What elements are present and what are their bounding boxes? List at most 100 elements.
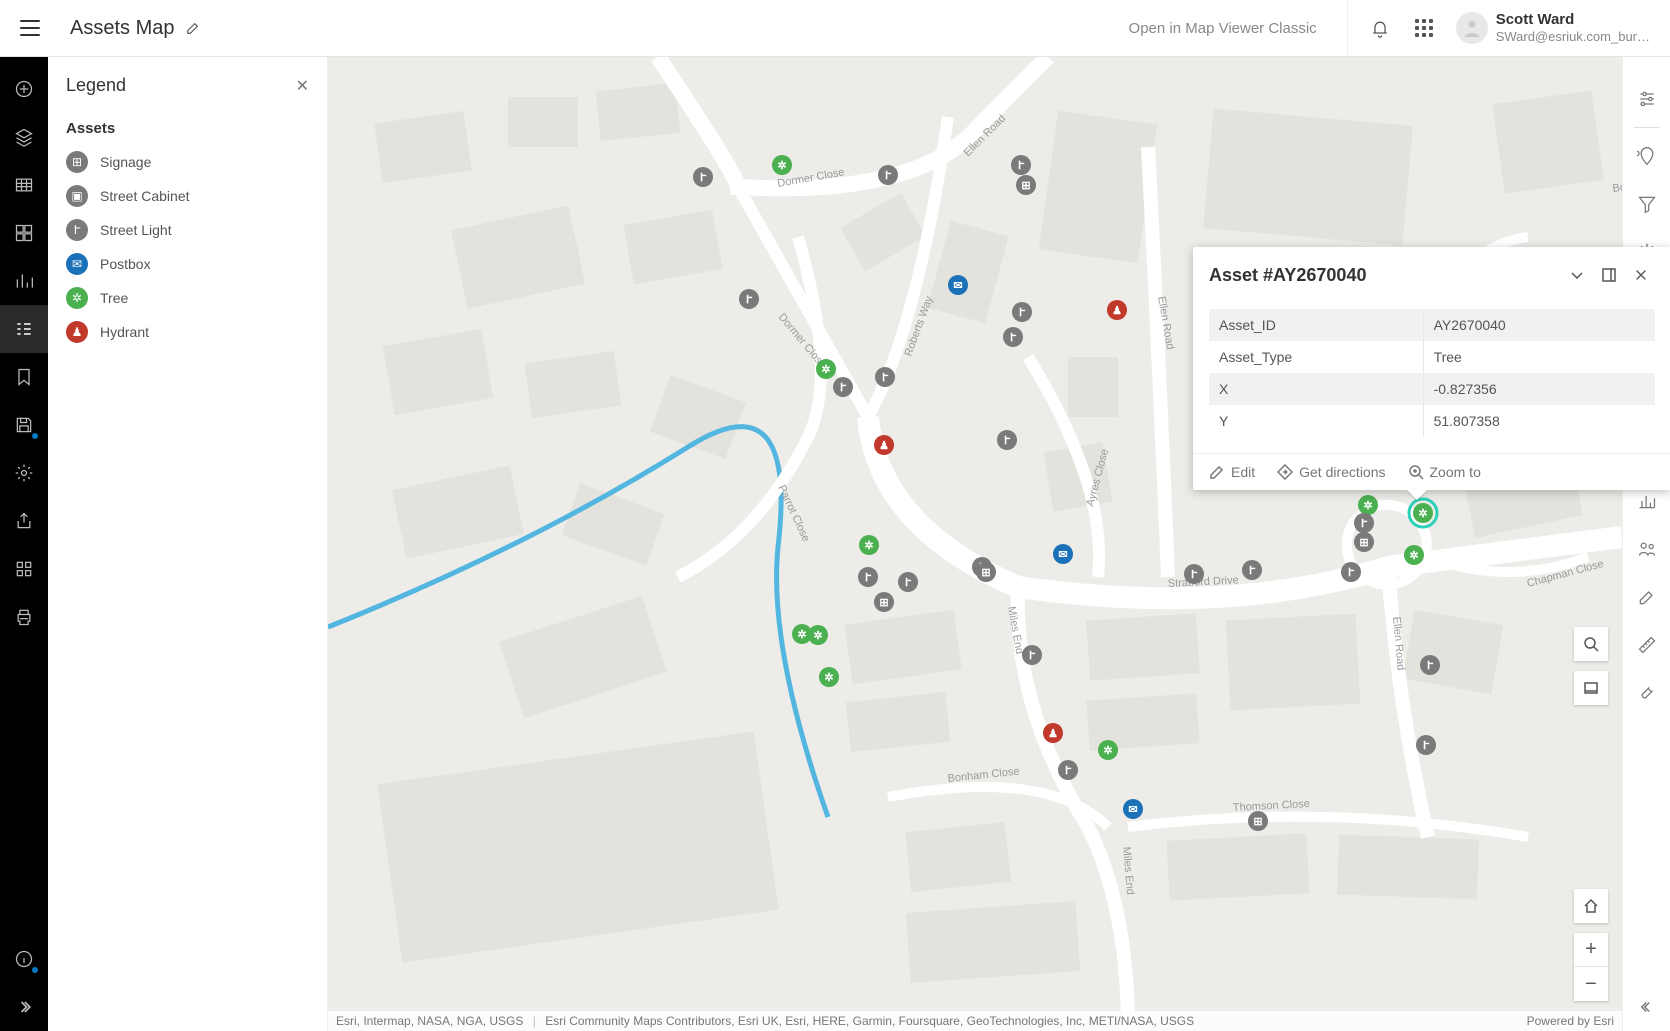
open-classic-link[interactable]: Open in Map Viewer Classic: [1129, 20, 1317, 37]
chevron-down-icon[interactable]: [1563, 261, 1591, 289]
map-marker[interactable]: ✉: [1053, 544, 1073, 564]
tools-icon[interactable]: [1623, 669, 1670, 717]
map-marker[interactable]: Ւ: [833, 377, 853, 397]
legend-nav-icon[interactable]: [0, 305, 48, 353]
collapse-right-icon[interactable]: [1623, 983, 1670, 1031]
collaborate-icon[interactable]: [1623, 525, 1670, 573]
map-marker[interactable]: Ւ: [739, 289, 759, 309]
tables-icon[interactable]: [0, 161, 48, 209]
svg-text:♟: ♟: [1112, 305, 1122, 317]
edit-action[interactable]: Edit: [1209, 464, 1255, 480]
map-legend-icon[interactable]: [1574, 671, 1608, 705]
svg-text:✲: ✲: [1363, 500, 1372, 512]
zoom-to-action[interactable]: Zoom to: [1408, 464, 1481, 480]
map-marker[interactable]: Ւ: [858, 567, 878, 587]
map-marker[interactable]: Ւ: [875, 367, 895, 387]
map-marker[interactable]: ♟: [874, 435, 894, 455]
expand-nav-icon[interactable]: [0, 983, 48, 1031]
map-marker[interactable]: Ւ: [1058, 760, 1078, 780]
close-legend-icon[interactable]: ✕: [296, 76, 309, 96]
search-location-icon[interactable]: [1623, 132, 1670, 180]
apps-icon[interactable]: [0, 545, 48, 593]
map-marker[interactable]: ♟: [1107, 300, 1127, 320]
map-marker[interactable]: ✲: [859, 535, 879, 555]
map-marker[interactable]: Ւ: [1003, 327, 1023, 347]
popup-table: Asset_IDAY2670040 Asset_TypeTree X-0.827…: [1209, 309, 1655, 437]
legend-swatch-icon: ♟: [66, 321, 88, 343]
sliders-icon[interactable]: [1623, 75, 1670, 123]
edit-title-icon[interactable]: [186, 21, 200, 35]
map-marker[interactable]: ⊞: [1016, 175, 1036, 195]
zoom-in-icon[interactable]: +: [1574, 933, 1608, 967]
menu-toggle[interactable]: [20, 20, 40, 36]
zoom-out-icon[interactable]: −: [1574, 967, 1608, 1001]
map-marker[interactable]: ✲: [819, 667, 839, 687]
map-marker[interactable]: ✲: [1413, 503, 1433, 523]
basemap-icon[interactable]: [0, 209, 48, 257]
map-marker[interactable]: Ւ: [1012, 302, 1032, 322]
map-marker[interactable]: Ւ: [898, 572, 918, 592]
map-marker[interactable]: ✲: [1358, 495, 1378, 515]
powered-by[interactable]: Powered by Esri: [1527, 1014, 1614, 1028]
map-marker[interactable]: Ւ: [997, 430, 1017, 450]
svg-text:♟: ♟: [1048, 728, 1058, 740]
map-marker[interactable]: Ւ: [878, 165, 898, 185]
measure-icon[interactable]: [1623, 621, 1670, 669]
map-find-icon[interactable]: [1574, 627, 1608, 661]
share-icon[interactable]: [0, 497, 48, 545]
legend-panel: Legend ✕ Assets ⊞Signage▣Street CabinetՒ…: [48, 57, 328, 1031]
map-marker[interactable]: ✲: [1404, 545, 1424, 565]
map-marker[interactable]: Ւ: [1022, 645, 1042, 665]
map-marker[interactable]: ✉: [948, 275, 968, 295]
map-marker[interactable]: ⊞: [1354, 532, 1374, 552]
map-marker[interactable]: ✲: [816, 359, 836, 379]
app-launcher-icon[interactable]: [1402, 6, 1446, 50]
svg-text:⊞: ⊞: [879, 597, 888, 609]
settings-icon[interactable]: [0, 449, 48, 497]
sketch-icon[interactable]: [1623, 573, 1670, 621]
charts-icon[interactable]: [0, 257, 48, 305]
map-marker[interactable]: Ւ: [1420, 655, 1440, 675]
map-marker[interactable]: ✲: [772, 155, 792, 175]
divider: [1347, 0, 1348, 56]
legend-item: ♟Hydrant: [66, 321, 309, 343]
map-marker[interactable]: ⊞: [976, 562, 996, 582]
svg-text:✉: ✉: [1058, 549, 1067, 561]
map-marker[interactable]: Ւ: [1341, 562, 1361, 582]
map-marker[interactable]: Ւ: [1416, 735, 1436, 755]
close-popup-icon[interactable]: [1627, 261, 1655, 289]
notifications-icon[interactable]: [1358, 6, 1402, 50]
legend-item: ▣Street Cabinet: [66, 185, 309, 207]
svg-text:✲: ✲: [777, 160, 786, 172]
map-marker[interactable]: Ւ: [1011, 155, 1031, 175]
map-marker[interactable]: Ւ: [1354, 513, 1374, 533]
map-marker[interactable]: ⊞: [1248, 811, 1268, 831]
map-marker[interactable]: ✲: [808, 625, 828, 645]
map-marker[interactable]: ✉: [1123, 799, 1143, 819]
road-label: Bond Close: [1612, 175, 1622, 195]
map-marker[interactable]: ✲: [1098, 740, 1118, 760]
user-name: Scott Ward: [1496, 11, 1650, 29]
map-canvas[interactable]: Dormer CloseDormer CloseEllen RoadRobert…: [328, 57, 1622, 1031]
print-icon[interactable]: [0, 593, 48, 641]
filter-icon[interactable]: [1623, 180, 1670, 228]
map-marker[interactable]: Ւ: [1242, 560, 1262, 580]
map-marker[interactable]: ⊞: [874, 592, 894, 612]
map-marker[interactable]: Ւ: [1184, 564, 1204, 584]
legend-item: ՒStreet Light: [66, 219, 309, 241]
map-title: Assets Map: [70, 17, 174, 40]
save-icon[interactable]: [0, 401, 48, 449]
avatar[interactable]: [1456, 12, 1488, 44]
info-icon[interactable]: [0, 935, 48, 983]
map-marker[interactable]: ♟: [1043, 723, 1063, 743]
legend-section-title: Assets: [66, 120, 309, 137]
legend-label: Tree: [100, 290, 128, 306]
layers-icon[interactable]: [0, 113, 48, 161]
dock-icon[interactable]: [1595, 261, 1623, 289]
directions-action[interactable]: Get directions: [1277, 464, 1385, 480]
add-icon[interactable]: [0, 65, 48, 113]
map-marker[interactable]: Ւ: [693, 167, 713, 187]
home-icon[interactable]: [1574, 889, 1608, 923]
bookmarks-icon[interactable]: [0, 353, 48, 401]
svg-text:✲: ✲: [813, 630, 822, 642]
